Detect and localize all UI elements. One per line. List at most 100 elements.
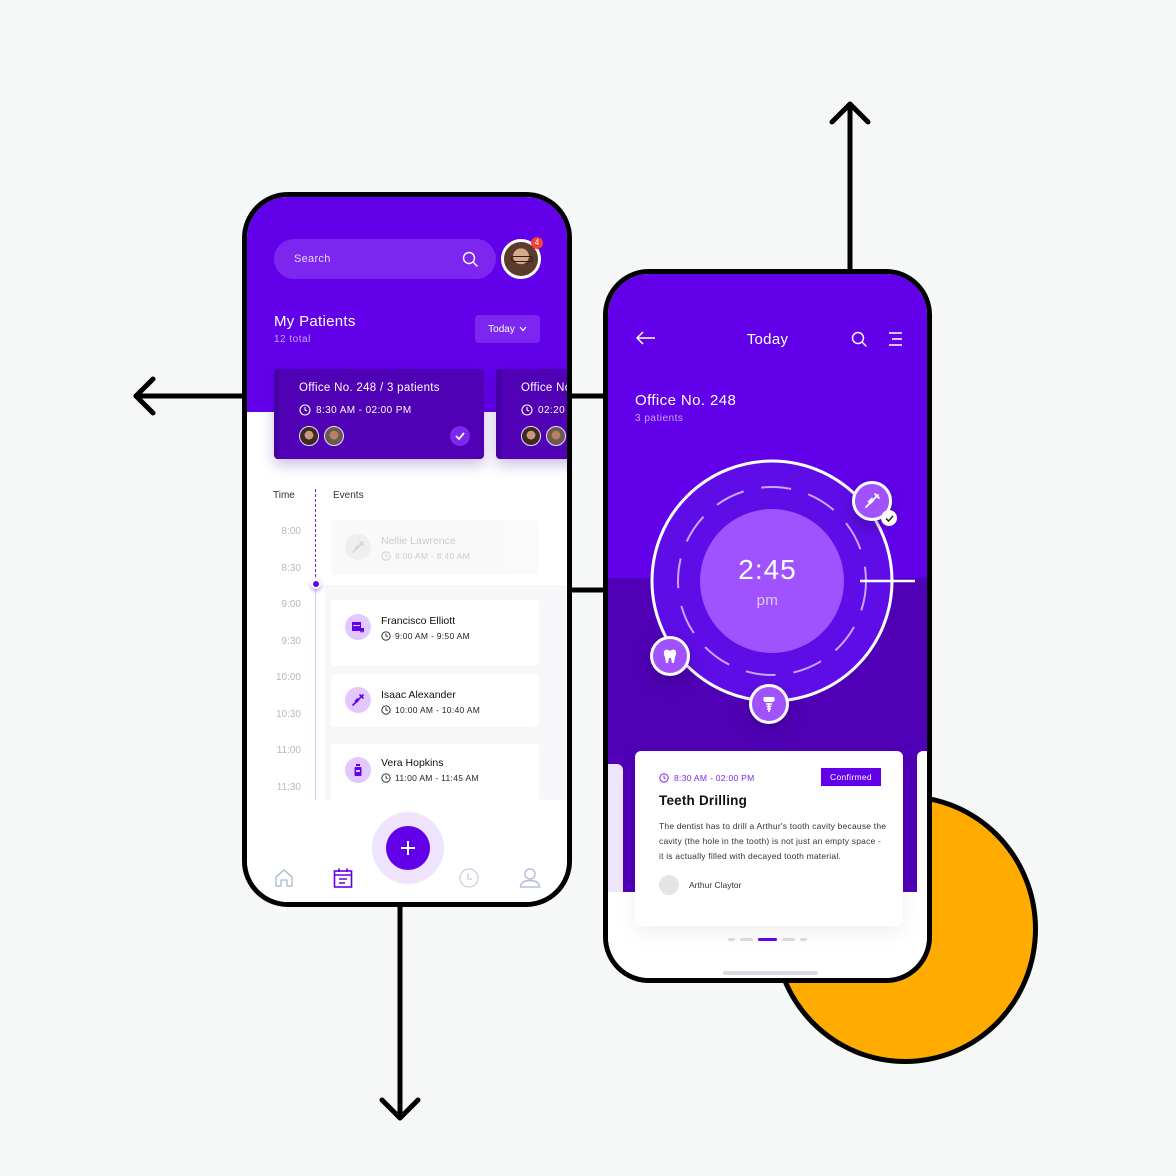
notification-badge: 4 [531, 237, 543, 249]
menu-icon[interactable] [888, 332, 903, 346]
bottom-navigation [247, 800, 567, 902]
clock-period: pm [756, 592, 779, 609]
home-icon[interactable] [273, 867, 295, 889]
office-card-time: 02:20 PM [521, 404, 567, 416]
current-time-marker [311, 579, 321, 589]
avatar-face [511, 256, 533, 262]
profile-avatar[interactable]: 4 [501, 237, 543, 279]
event-time: 10:00 AM - 10:40 AM [381, 705, 480, 715]
calendar-icon[interactable] [332, 867, 354, 889]
event-time-text: 8:00 AM - 8:40 AM [395, 551, 471, 561]
search-placeholder: Search [294, 253, 331, 265]
clock-icon [299, 404, 311, 416]
appointment-card[interactable]: 8:30 AM - 02:00 PM Confirmed Teeth Drill… [635, 751, 903, 926]
syringe-icon [352, 541, 364, 553]
timeline-past-line [315, 489, 316, 582]
appointment-time: 8:30 AM - 02:00 PM [659, 773, 755, 783]
patient-avatar [659, 875, 679, 895]
time-label: 10:00 [275, 672, 301, 683]
tooth-icon [663, 649, 677, 663]
event-patient-name: Vera Hopkins [381, 757, 444, 769]
syringe-icon [865, 493, 880, 508]
user-icon[interactable] [519, 867, 541, 889]
event-time: 11:00 AM - 11:45 AM [381, 773, 479, 783]
timeline-future-line [315, 585, 316, 800]
pager-dot[interactable] [800, 938, 807, 941]
office-title: Office No. 248 [635, 392, 737, 409]
date-filter-dropdown[interactable]: Today [475, 315, 540, 343]
clock-icon [381, 551, 391, 561]
check-icon [884, 514, 894, 522]
dental-implant-icon [763, 697, 775, 712]
home-indicator[interactable] [723, 971, 818, 975]
patient-avatar [546, 426, 566, 446]
event-time-text: 11:00 AM - 11:45 AM [395, 773, 479, 783]
event-patient-name: Francisco Elliott [381, 615, 456, 627]
event-time-text: 9:00 AM - 9:50 AM [395, 631, 471, 641]
clock-icon[interactable] [458, 867, 480, 889]
arrow-down-head [379, 1097, 421, 1121]
patient-avatars [521, 426, 566, 446]
page-title: My Patients [274, 313, 356, 330]
pager-dot[interactable] [782, 938, 795, 941]
event-icon-wrap [345, 614, 371, 640]
clock-time: 2:45 [738, 554, 797, 585]
event-card[interactable]: Isaac Alexander 10:00 AM - 10:40 AM [331, 674, 539, 727]
office-card-title: Office No. 248 / 3 patients [521, 382, 572, 394]
calendar-tooth-icon [352, 622, 364, 633]
appointment-time-text: 8:30 AM - 02:00 PM [674, 773, 755, 783]
clock-icon [659, 773, 669, 783]
appointment-title: Teeth Drilling [659, 793, 748, 808]
appointment-description: The dentist has to drill a Arthur's toot… [659, 821, 887, 861]
plus-icon [401, 841, 415, 855]
clock-icon [381, 773, 391, 783]
check-icon [455, 432, 465, 440]
clock-icon [381, 631, 391, 641]
time-label: 11:00 [276, 745, 301, 756]
office-card-time-text: 02:20 PM [538, 404, 567, 416]
event-card[interactable]: Francisco Elliott 9:00 AM - 9:50 AM [331, 600, 539, 666]
procedure-badge[interactable] [650, 636, 690, 676]
time-label: 8:30 [281, 563, 301, 574]
previous-card-peek[interactable] [608, 764, 623, 914]
pager-dot[interactable] [728, 938, 735, 941]
screen-title: Today [746, 331, 789, 348]
time-column-header: Time [273, 490, 295, 501]
pager-dot-active[interactable] [758, 938, 777, 941]
patients-phone: Search 4 My Patients 12 total Today Offi… [242, 192, 572, 907]
patient-avatars [299, 426, 344, 446]
time-label: 8:00 [281, 526, 301, 537]
time-label: 9:00 [281, 599, 301, 610]
event-card[interactable]: Nellie Lawrence 8:00 AM - 8:40 AM [331, 520, 539, 575]
time-label: 10:30 [275, 709, 301, 720]
office-card-time-text: 8:30 AM - 02:00 PM [316, 404, 412, 416]
search-icon[interactable] [462, 251, 478, 267]
card-pager [608, 938, 927, 941]
pager-dot[interactable] [740, 938, 753, 941]
appointment-phone: Today Office No. 248 3 patients 2:45 pm … [603, 269, 932, 983]
patient-avatar [521, 426, 541, 446]
event-time-text: 10:00 AM - 10:40 AM [395, 705, 481, 715]
add-appointment-button[interactable] [386, 826, 430, 870]
search-input[interactable]: Search [274, 239, 496, 279]
event-patient-name: Isaac Alexander [381, 689, 456, 701]
arrow-up-head [829, 101, 871, 125]
clock-icon [521, 404, 533, 416]
patient-count: 12 total [274, 334, 311, 345]
office-card-time: 8:30 AM - 02:00 PM [299, 404, 412, 416]
event-time: 9:00 AM - 9:50 AM [381, 631, 470, 641]
medicine-bottle-icon [354, 764, 362, 776]
selected-check[interactable] [450, 426, 470, 446]
appointment-patient: Arthur Claytor [659, 875, 741, 895]
office-card[interactable]: Office No. 248 / 3 patients 8:30 AM - 02… [274, 369, 484, 459]
arrow-left-head [133, 376, 156, 416]
office-card-title: Office No. 248 / 3 patients [299, 382, 440, 394]
procedure-badge[interactable] [749, 684, 789, 724]
office-card[interactable]: Office No. 248 / 3 patients 02:20 PM [496, 369, 572, 459]
event-card[interactable]: Vera Hopkins 11:00 AM - 11:45 AM [331, 744, 539, 800]
event-time: 8:00 AM - 8:40 AM [381, 551, 470, 561]
event-icon-wrap [345, 534, 371, 560]
next-card-peek[interactable] [917, 751, 927, 926]
office-patient-count: 3 patients [635, 413, 684, 424]
search-icon[interactable] [851, 331, 867, 347]
